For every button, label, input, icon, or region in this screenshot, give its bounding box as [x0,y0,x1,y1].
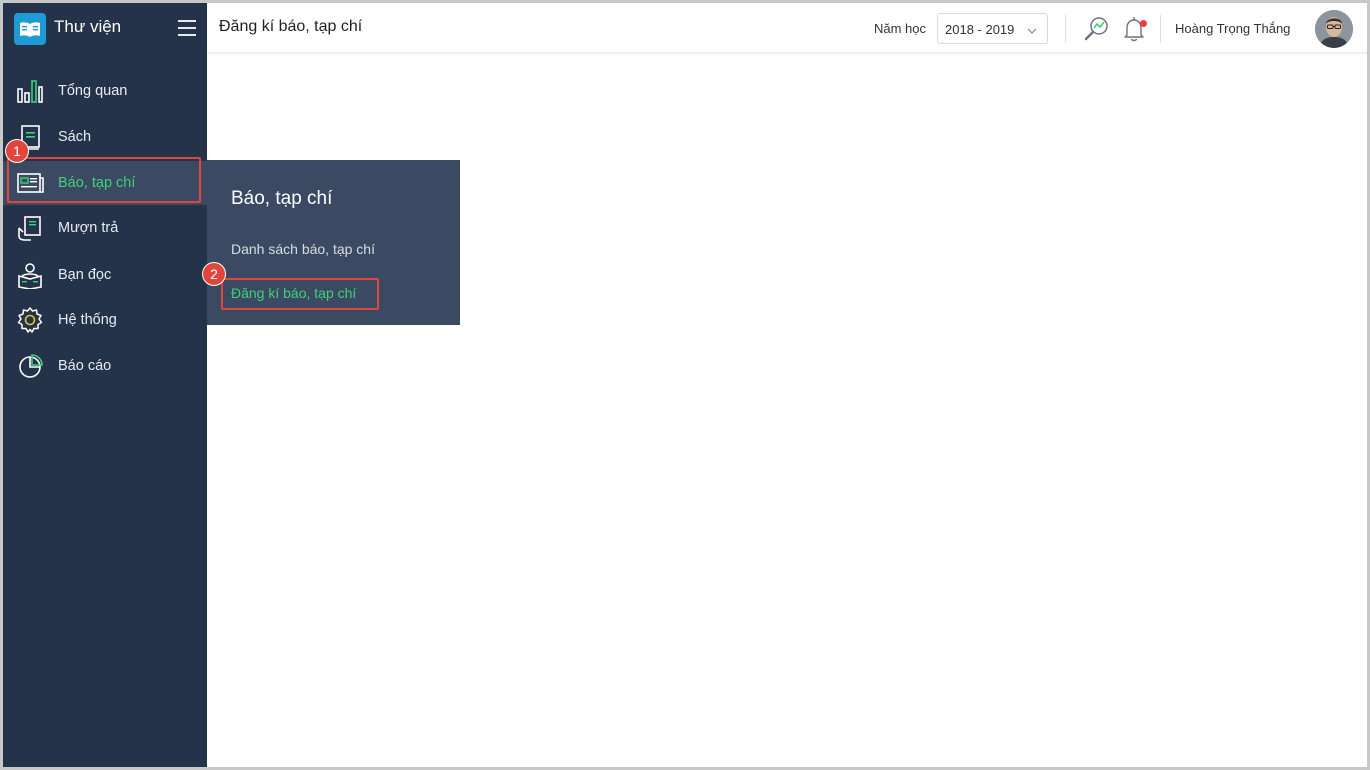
pie-chart-icon [16,352,44,380]
menu-toggle-icon[interactable] [178,20,196,36]
brand: Thư viện [3,3,207,53]
reader-icon [16,261,44,290]
app-title: Thư viện [54,17,122,36]
divider [1065,15,1066,43]
sidebar-item-system[interactable]: Hệ thống [3,298,207,342]
annotation-marker-1: 1 [6,140,28,162]
page-title: Đăng kí báo, tạp chí [219,18,363,35]
sidebar-item-label: Tổng quan [58,83,128,99]
sidebar-item-borrow-return[interactable]: Mượn trả [3,206,207,250]
sidebar-item-reports[interactable]: Báo cáo [3,344,207,388]
gear-icon [16,306,44,334]
top-bar: Đăng kí báo, tạp chí Năm học 2018 - 2019 [207,3,1367,53]
borrow-return-icon [16,214,44,242]
sidebar-item-overview[interactable]: Tổng quan [3,69,207,113]
chevron-down-icon [1027,23,1037,34]
notification-dot [1140,20,1147,27]
avatar[interactable] [1315,10,1353,48]
sidebar-item-readers[interactable]: Bạn đọc [3,253,207,297]
submenu-item-newspaper-list[interactable]: Danh sách báo, tạp chí [231,241,375,257]
library-logo-icon [14,13,46,45]
sidebar-item-label: Bạn đọc [58,267,112,283]
annotation-marker-2: 2 [203,263,225,285]
bar-chart-icon [16,77,44,105]
sidebar-item-label: Mượn trả [58,220,119,236]
school-year-value: 2018 - 2019 [945,22,1015,37]
submenu-title: Báo, tạp chí [231,188,333,209]
bell-icon[interactable] [1119,14,1149,44]
sidebar-item-books[interactable]: Sách [3,115,207,159]
annotation-box-1 [7,157,201,203]
user-name[interactable]: Hoàng Trọng Thắng [1175,21,1290,36]
sidebar-item-label: Sách [58,129,92,145]
search-analytics-icon[interactable] [1082,14,1112,44]
school-year-label: Năm học [874,21,927,36]
sidebar-item-label: Báo cáo [58,358,112,374]
app-window: Thư viện Tổng quan Sách Báo, tạp chí Mượ… [0,0,1370,770]
sidebar: Thư viện Tổng quan Sách Báo, tạp chí Mượ… [3,3,207,767]
divider [1160,15,1161,43]
annotation-box-2 [221,278,379,310]
school-year-select[interactable]: 2018 - 2019 [937,13,1048,44]
sidebar-item-label: Hệ thống [58,312,117,328]
